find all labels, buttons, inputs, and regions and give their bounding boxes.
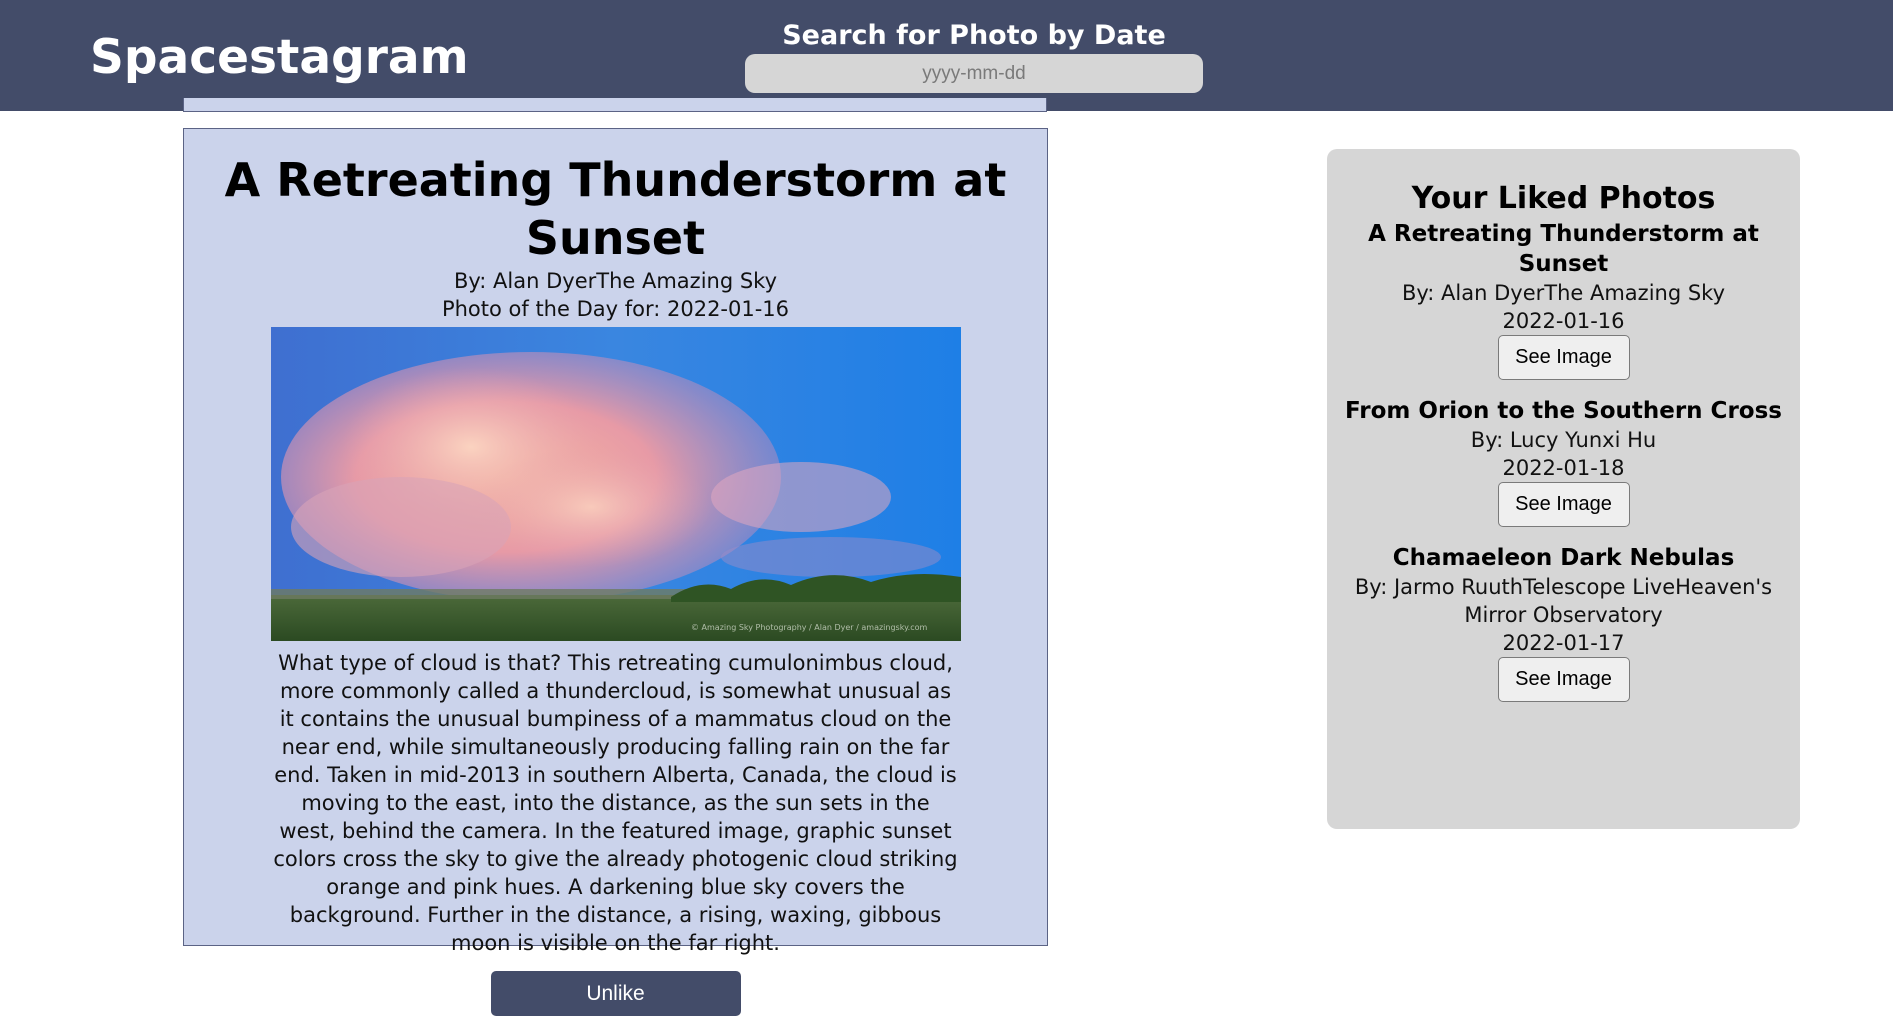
liked-item-title: A Retreating Thunderstorm at Sunset (1368, 221, 1759, 277)
liked-photos-panel: Your Liked Photos A Retreating Thunderst… (1327, 149, 1800, 829)
liked-item-title: Chamaeleon Dark Nebulas (1392, 545, 1735, 571)
photo-image: © Amazing Sky Photography / Alan Dyer / … (270, 327, 961, 641)
photo-title: A Retreating Thunderstorm at Sunset (224, 153, 1007, 265)
photo-description: What type of cloud is that? This retreat… (273, 651, 958, 955)
liked-item-title: From Orion to the Southern Cross (1345, 398, 1782, 424)
liked-item-date: 2022-01-18 (1502, 456, 1625, 480)
liked-item-date: 2022-01-17 (1502, 631, 1625, 655)
liked-item: Chamaeleon Dark Nebulas By: Jarmo RuuthT… (1327, 543, 1800, 702)
liked-item-author: By: Lucy Yunxi Hu (1470, 428, 1657, 452)
see-image-button[interactable]: See Image (1497, 482, 1630, 527)
liked-item: A Retreating Thunderstorm at Sunset By: … (1327, 219, 1800, 380)
date-search-input[interactable] (745, 54, 1203, 93)
date-search: Search for Photo by Date (745, 18, 1203, 93)
liked-item-author: By: Alan DyerThe Amazing Sky (1401, 281, 1726, 305)
app-logo[interactable]: Spacestagram (90, 28, 469, 88)
search-title: Search for Photo by Date (782, 20, 1166, 51)
liked-photos-heading: Your Liked Photos (1411, 181, 1716, 216)
liked-item-date: 2022-01-16 (1502, 309, 1625, 333)
unlike-button[interactable]: Unlike (490, 971, 741, 1016)
see-image-button[interactable]: See Image (1497, 657, 1630, 702)
see-image-button[interactable]: See Image (1497, 335, 1630, 380)
previous-photo-card-edge (183, 98, 1047, 112)
liked-item: From Orion to the Southern Cross By: Luc… (1327, 396, 1800, 527)
photo-author: By: Alan DyerThe Amazing Sky (453, 269, 778, 293)
photo-card: A Retreating Thunderstorm at Sunset By: … (183, 128, 1048, 1016)
top-header: Spacestagram Search for Photo by Date (0, 0, 1893, 111)
photo-date: Photo of the Day for: 2022-01-16 (441, 297, 790, 321)
liked-item-author: By: Jarmo RuuthTelescope LiveHeaven's Mi… (1354, 575, 1773, 627)
photo-watermark: © Amazing Sky Photography / Alan Dyer / … (691, 623, 927, 632)
